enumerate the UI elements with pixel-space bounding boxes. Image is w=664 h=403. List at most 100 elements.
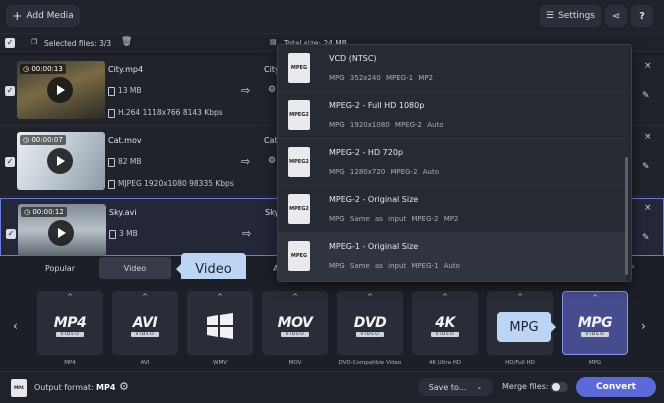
preset-item[interactable]: MPEG VCD (NTSC) MPG 352x240 MPEG-1 MP2	[278, 45, 626, 92]
file-checkbox[interactable]: ✓	[5, 86, 15, 96]
chevron-right-icon[interactable]: ›	[641, 319, 646, 333]
format-label: HD/Full HD	[505, 360, 535, 366]
trash-icon[interactable]: 🗑	[121, 37, 132, 47]
disk-icon: ▤	[270, 38, 277, 46]
format-label: AVI	[140, 360, 150, 366]
preset-item-hovered[interactable]: MPEG MPEG-1 - Original Size MPG Same as …	[278, 233, 626, 281]
format-label: MP4	[64, 360, 76, 366]
select-all-checkbox[interactable]: ✓	[5, 38, 15, 48]
convert-button[interactable]: Convert	[576, 377, 656, 397]
top-toolbar: + Add Media ☰ Settings ⋖ ?	[0, 0, 664, 34]
format-label: WMV	[213, 360, 227, 366]
format-card-mp4[interactable]: ^ MP4 VIDEO	[37, 291, 103, 355]
file-checkbox[interactable]: ✓	[6, 229, 16, 239]
play-icon[interactable]	[47, 77, 73, 103]
format-card-mov[interactable]: ^ MOV VIDEO	[262, 291, 328, 355]
preset-icon-text: MPEG	[290, 65, 308, 71]
dropdown-scrollbar[interactable]	[625, 157, 628, 275]
file-size-text: 3 MB	[119, 229, 138, 238]
format-sub: VIDEO	[131, 332, 159, 337]
format-label: MOV	[288, 360, 302, 366]
duration-text: 00:00:12	[32, 208, 64, 216]
convert-arrow-icon: ⇨	[241, 84, 251, 97]
output-format-icon: MP4	[11, 379, 27, 397]
preset-item[interactable]: MPEG2 MPEG-2 - HD 720p MPG 1280x720 MPEG…	[278, 139, 626, 186]
file-checkbox[interactable]: ✓	[5, 157, 15, 167]
preset-item[interactable]: MPEG2 MPEG-2 - Full HD 1080p MPG 1920x10…	[278, 92, 626, 139]
format-logo: MP4	[53, 315, 87, 331]
preset-details: MPG Same as input MPEG-2 MP2	[329, 215, 459, 223]
file-name: Sky.avi	[109, 208, 137, 217]
chevron-down-icon: ⌄	[476, 383, 483, 391]
save-to-dropdown[interactable]: Save to... ⌄	[418, 378, 493, 396]
format-logo: DVD	[353, 315, 387, 331]
duration-text: 00:00:13	[31, 65, 63, 73]
preset-item[interactable]: MPEG2 MPEG-2 - Original Size MPG Same as…	[278, 186, 626, 233]
preset-details: MPG 1280x720 MPEG-2 Auto	[329, 168, 440, 176]
row-edit-icon[interactable]: ✎	[642, 233, 650, 243]
gear-icon[interactable]: ⚙	[119, 380, 129, 393]
caret-up-icon: ^	[442, 293, 448, 301]
plus-icon: +	[12, 9, 23, 23]
video-thumbnail[interactable]: ◷ 00:00:12	[18, 204, 106, 256]
caret-up-icon: ^	[592, 294, 598, 302]
format-label: MPG	[588, 360, 602, 366]
format-card-wmv[interactable]: ^	[187, 291, 253, 355]
settings-button[interactable]: ☰ Settings	[540, 5, 601, 27]
preset-title: MPEG-1 - Original Size	[329, 242, 419, 251]
format-sub: VIDEO	[431, 332, 459, 337]
format-card-avi[interactable]: ^ AVI VIDEO	[112, 291, 178, 355]
file-icon	[109, 229, 116, 239]
caret-up-icon: ^	[517, 293, 523, 301]
toggle-knob	[552, 383, 560, 391]
mpeg-file-icon: MPEG	[288, 241, 310, 271]
preset-icon-text: MPEG	[290, 253, 308, 259]
files-icon: ❐	[31, 38, 38, 46]
video-thumbnail[interactable]: ◷ 00:00:13	[17, 61, 105, 119]
mpeg2-file-icon: MPEG2	[288, 100, 310, 130]
output-settings-icon[interactable]: ⚙	[268, 156, 276, 166]
help-button[interactable]: ?	[631, 5, 653, 27]
share-button[interactable]: ⋖	[605, 5, 627, 27]
format-card-mpg[interactable]: ^ MPG VIDEO	[562, 291, 628, 355]
merge-files-toggle[interactable]	[550, 382, 568, 392]
format-label: 4K Ultra HD	[428, 360, 462, 366]
play-icon[interactable]	[47, 148, 73, 174]
tab-popular[interactable]: Popular	[20, 257, 100, 279]
file-size: 3 MB	[109, 229, 138, 239]
output-format-label: Output format:	[34, 383, 94, 392]
formats-row: ‹ › ^ MP4 VIDEO MP4 ^ AVI VIDEO AVI ^ WM…	[0, 279, 664, 371]
share-icon: ⋖	[611, 10, 621, 22]
format-label: DVD-Compatible Video	[338, 360, 402, 366]
file-codec: H.264 1118x766 8143 Kbps	[108, 108, 223, 118]
video-thumbnail[interactable]: ◷ 00:00:07	[17, 132, 105, 190]
file-icon	[108, 157, 115, 167]
format-logo: MPG	[577, 315, 613, 331]
tab-video[interactable]: Video	[99, 257, 171, 279]
preset-icon-text: MPEG2	[289, 206, 309, 212]
preset-icon-text: MPEG2	[289, 159, 309, 165]
preset-title: VCD (NTSC)	[329, 54, 377, 63]
file-codec-text: H.264 1118x766 8143 Kbps	[118, 108, 223, 117]
chevron-left-icon[interactable]: ‹	[13, 319, 18, 333]
format-card-dvd[interactable]: ^ DVD VIDEO	[337, 291, 403, 355]
film-icon	[108, 108, 115, 118]
preset-dropdown: MPEG VCD (NTSC) MPG 352x240 MPEG-1 MP2 M…	[277, 44, 632, 282]
tooltip-mpg-text: MPG	[509, 319, 539, 335]
format-sub: VIDEO	[581, 332, 609, 337]
play-icon[interactable]	[48, 220, 74, 246]
row-close-icon[interactable]: ×	[644, 203, 652, 213]
row-edit-icon[interactable]: ✎	[642, 162, 650, 172]
row-close-icon[interactable]: ×	[644, 132, 652, 142]
add-media-button[interactable]: + Add Media	[6, 5, 80, 27]
convert-label: Convert	[596, 382, 636, 392]
file-size: 13 MB	[108, 86, 142, 96]
row-close-icon[interactable]: ×	[644, 61, 652, 71]
file-icon	[108, 86, 115, 96]
preset-icon-text: MPEG2	[289, 112, 309, 118]
file-name: City.mp4	[108, 65, 144, 74]
row-edit-icon[interactable]: ✎	[642, 91, 650, 101]
output-settings-icon[interactable]: ⚙	[268, 85, 276, 95]
file-name: Cat.mov	[108, 136, 142, 145]
format-card-4k[interactable]: ^ 4K VIDEO	[412, 291, 478, 355]
